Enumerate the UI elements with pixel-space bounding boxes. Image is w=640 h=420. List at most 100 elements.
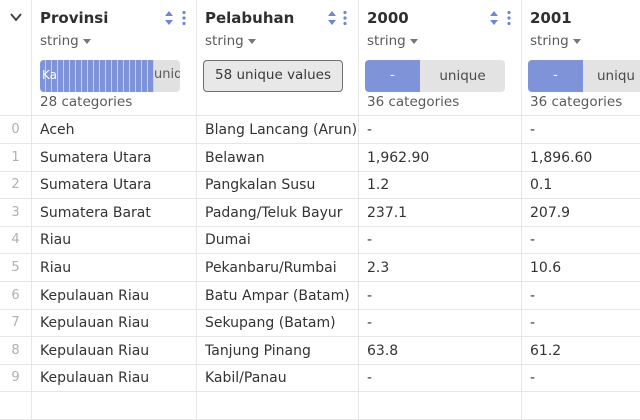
- unique-segment: unique: [439, 68, 486, 84]
- column-title[interactable]: Provinsi: [40, 9, 108, 27]
- row-index[interactable]: 3: [0, 198, 32, 227]
- table-row[interactable]: 4 Riau Dumai - -: [0, 226, 640, 255]
- cell-provinsi[interactable]: Kepulauan Riau: [32, 336, 197, 365]
- cell-provinsi[interactable]: Kepulauan Riau: [32, 309, 197, 338]
- cell-provinsi[interactable]: Riau: [32, 226, 197, 255]
- row-index[interactable]: [0, 392, 32, 420]
- cell-provinsi[interactable]: Sumatera Utara: [32, 143, 197, 172]
- cell-2001[interactable]: -: [522, 364, 640, 393]
- row-index[interactable]: 1: [0, 143, 32, 172]
- table-row[interactable]: 9 Kepulauan Riau Kabil/Panau - -: [0, 364, 640, 393]
- cell-2000[interactable]: 1,962.90: [359, 143, 522, 172]
- column-header-2000: 2000 string - unique 36 categories: [359, 0, 522, 116]
- table-row[interactable]: 0 Aceh Blang Lancang (Arun) - -: [0, 116, 640, 144]
- cell-2000[interactable]: 1.2: [359, 171, 522, 200]
- row-index[interactable]: 0: [0, 116, 32, 144]
- cell-pelabuhan[interactable]: Sekupang (Batam): [197, 309, 359, 338]
- data-table: Provinsi string Ka uniq 28 categories Pe…: [0, 0, 640, 420]
- cell-2000[interactable]: 237.1: [359, 198, 522, 227]
- cell-2001[interactable]: 207.9: [522, 199, 640, 227]
- cell-provinsi[interactable]: [32, 392, 197, 420]
- unique-segment: uniqu: [597, 68, 635, 84]
- column-type-dropdown[interactable]: string: [530, 33, 581, 49]
- value-distribution-bar[interactable]: - uniqu: [528, 60, 640, 92]
- cell-2000[interactable]: -: [359, 364, 522, 393]
- cell-pelabuhan[interactable]: [197, 392, 359, 420]
- column-title[interactable]: 2000: [367, 9, 409, 27]
- caret-down-icon: [572, 38, 581, 44]
- unique-values-box[interactable]: 58 unique values: [203, 60, 343, 92]
- cell-pelabuhan[interactable]: Kabil/Panau: [197, 364, 359, 393]
- cell-provinsi[interactable]: Sumatera Utara: [32, 171, 197, 200]
- value-distribution-bar[interactable]: - unique: [365, 60, 505, 92]
- cell-pelabuhan[interactable]: Batu Ampar (Batam): [197, 281, 359, 310]
- table-row[interactable]: [0, 392, 640, 420]
- cell-pelabuhan[interactable]: Pekanbaru/Rumbai: [197, 254, 359, 282]
- cell-2001[interactable]: 61.2: [522, 337, 640, 365]
- table-row[interactable]: 5 Riau Pekanbaru/Rumbai 2.3 10.6: [0, 254, 640, 282]
- cell-2001[interactable]: -: [522, 282, 640, 310]
- cell-2000[interactable]: -: [359, 116, 522, 144]
- cell-2001[interactable]: 1,896.60: [522, 144, 640, 172]
- cell-pelabuhan[interactable]: Belawan: [197, 143, 359, 172]
- row-index[interactable]: 2: [0, 171, 32, 200]
- row-index[interactable]: 8: [0, 336, 32, 365]
- chevron-down-icon[interactable]: [9, 10, 23, 24]
- cell-pelabuhan[interactable]: Padang/Teluk Bayur: [197, 198, 359, 227]
- caret-down-icon: [247, 38, 256, 44]
- column-type-dropdown[interactable]: string: [205, 33, 256, 49]
- sort-icon[interactable]: [489, 10, 499, 26]
- row-index[interactable]: 5: [0, 254, 32, 282]
- sort-icon[interactable]: [164, 10, 174, 26]
- column-header-pelabuhan: Pelabuhan string 58 unique values: [197, 0, 359, 116]
- row-index[interactable]: 9: [0, 364, 32, 393]
- cell-pelabuhan[interactable]: Blang Lancang (Arun): [197, 116, 359, 144]
- cell-2000[interactable]: [359, 392, 522, 420]
- cell-2001[interactable]: [522, 392, 640, 420]
- cell-2000[interactable]: -: [359, 281, 522, 310]
- column-title[interactable]: 2001: [530, 9, 572, 27]
- column-menu-icon[interactable]: [506, 10, 512, 26]
- category-count: 28 categories: [40, 94, 133, 110]
- table-row[interactable]: 8 Kepulauan Riau Tanjung Pinang 63.8 61.2: [0, 336, 640, 365]
- row-index[interactable]: 6: [0, 281, 32, 310]
- cell-provinsi[interactable]: Aceh: [32, 116, 197, 144]
- dash-segment: -: [365, 60, 420, 92]
- cell-2000[interactable]: 63.8: [359, 336, 522, 365]
- cell-2000[interactable]: -: [359, 226, 522, 255]
- category-distribution-bar[interactable]: Ka uniq: [40, 60, 180, 92]
- dash-segment: -: [528, 60, 583, 92]
- cell-2000[interactable]: 2.3: [359, 254, 522, 282]
- cell-pelabuhan[interactable]: Pangkalan Susu: [197, 171, 359, 200]
- cell-2001[interactable]: 0.1: [522, 171, 640, 200]
- unique-label: uniq: [154, 67, 180, 82]
- category-fill: [40, 60, 154, 92]
- column-menu-icon[interactable]: [342, 10, 348, 26]
- cell-provinsi[interactable]: Sumatera Barat: [32, 198, 197, 227]
- table-row[interactable]: 2 Sumatera Utara Pangkalan Susu 1.2 0.1: [0, 171, 640, 200]
- table-row[interactable]: 1 Sumatera Utara Belawan 1,962.90 1,896.60: [0, 143, 640, 172]
- cell-provinsi[interactable]: Kepulauan Riau: [32, 281, 197, 310]
- table-row[interactable]: 3 Sumatera Barat Padang/Teluk Bayur 237.1 20…: [0, 198, 640, 227]
- row-index[interactable]: 4: [0, 226, 32, 255]
- category-count: 36 categories: [367, 94, 460, 110]
- cell-pelabuhan[interactable]: Tanjung Pinang: [197, 336, 359, 365]
- sort-icon[interactable]: [327, 10, 337, 26]
- cell-pelabuhan[interactable]: Dumai: [197, 226, 359, 255]
- column-header-provinsi: Provinsi string Ka uniq 28 categories: [32, 0, 197, 116]
- row-index[interactable]: 7: [0, 309, 32, 338]
- column-type-dropdown[interactable]: string: [367, 33, 418, 49]
- cell-2001[interactable]: -: [522, 226, 640, 255]
- category-label: Ka: [42, 68, 58, 82]
- table-row[interactable]: 7 Kepulauan Riau Sekupang (Batam) - -: [0, 309, 640, 338]
- cell-provinsi[interactable]: Kepulauan Riau: [32, 364, 197, 393]
- column-menu-icon[interactable]: [181, 10, 187, 26]
- table-row[interactable]: 6 Kepulauan Riau Batu Ampar (Batam) - -: [0, 281, 640, 310]
- cell-2001[interactable]: -: [522, 116, 640, 144]
- cell-2001[interactable]: -: [522, 309, 640, 338]
- cell-provinsi[interactable]: Riau: [32, 254, 197, 282]
- cell-2001[interactable]: 10.6: [522, 254, 640, 282]
- cell-2000[interactable]: -: [359, 309, 522, 338]
- column-type-dropdown[interactable]: string: [40, 33, 91, 49]
- column-title[interactable]: Pelabuhan: [205, 9, 294, 27]
